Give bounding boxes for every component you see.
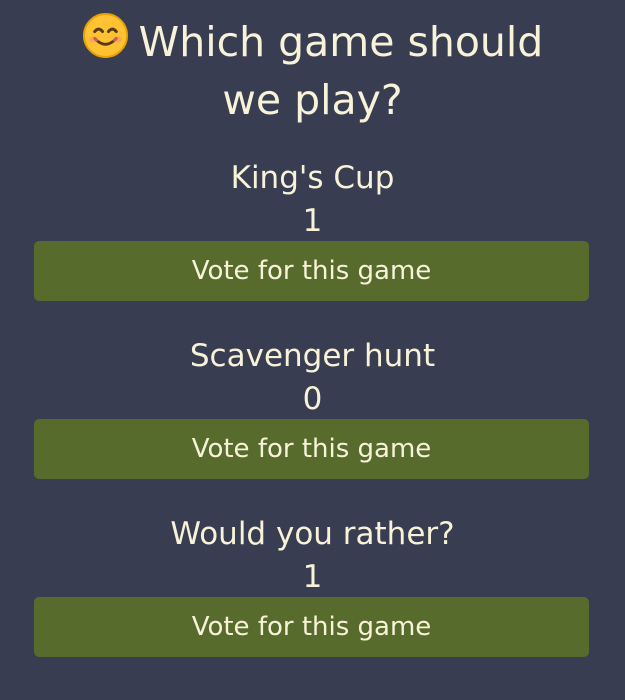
poll-page: Which game should we play? King's Cup 1 …	[0, 0, 625, 700]
vote-button-kings-cup[interactable]: Vote for this game	[34, 241, 589, 301]
game-option-would-you-rather: Would you rather? 1 Vote for this game	[0, 506, 625, 684]
game-name: Would you rather?	[170, 516, 455, 552]
vote-button-scavenger-hunt[interactable]: Vote for this game	[34, 419, 589, 479]
vote-button-would-you-rather[interactable]: Vote for this game	[34, 597, 589, 657]
game-name: King's Cup	[230, 160, 395, 196]
vote-count: 1	[302, 203, 323, 239]
game-name: Scavenger hunt	[189, 338, 436, 374]
title-line-2: we play?	[222, 76, 403, 124]
title-text-line-1: Which game should	[138, 18, 544, 66]
game-option-scavenger-hunt: Scavenger hunt 0 Vote for this game	[0, 328, 625, 506]
vote-count: 1	[302, 559, 323, 595]
title-line-1: Which game should	[0, 12, 625, 71]
game-poll: King's Cup 1 Vote for this game Scavenge…	[0, 150, 625, 684]
game-option-kings-cup: King's Cup 1 Vote for this game	[0, 150, 625, 328]
page-title: Which game should we play?	[0, 12, 625, 129]
vote-count: 0	[302, 381, 323, 417]
smiling-face-icon	[82, 12, 129, 59]
